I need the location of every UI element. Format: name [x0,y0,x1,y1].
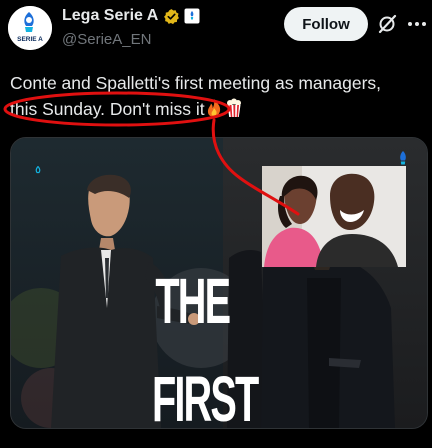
post-text-line-2-wrapper: this Sunday. Don't miss it [10,96,430,122]
headline-line-2: FIRST [152,363,259,435]
post-text-line-1: Conte and Spalletti's first meeting as m… [10,73,382,93]
media-headline: THE FIRST [152,252,259,448]
author-handle[interactable]: @SerieA_EN [62,31,151,48]
more-options-icon[interactable] [406,13,428,35]
serie-a-watermark-icon [396,150,410,168]
avatar[interactable]: SERIE A [8,6,52,50]
avatar-label: SERIE A [17,36,43,43]
post-header: SERIE A Lega Serie A @SerieA_EN Follow [0,0,432,60]
fire-emoji-icon [205,98,223,118]
post-text: Conte and Spalletti's first meeting as m… [10,70,430,122]
author-display-name[interactable]: Lega Serie A [62,7,158,25]
verified-badge-icon [163,8,180,25]
popcorn-emoji-icon [225,98,243,118]
inset-selfie-photo [262,166,406,267]
headline-line-1: THE [155,265,231,337]
small-logo-mark-icon [34,162,42,174]
affiliate-badge-icon[interactable] [184,8,200,24]
author-name-row: Lega Serie A [62,7,200,25]
grok-icon[interactable] [376,13,398,35]
follow-button[interactable]: Follow [284,7,368,41]
post-text-line-2: this Sunday. Don't miss it [10,99,205,119]
